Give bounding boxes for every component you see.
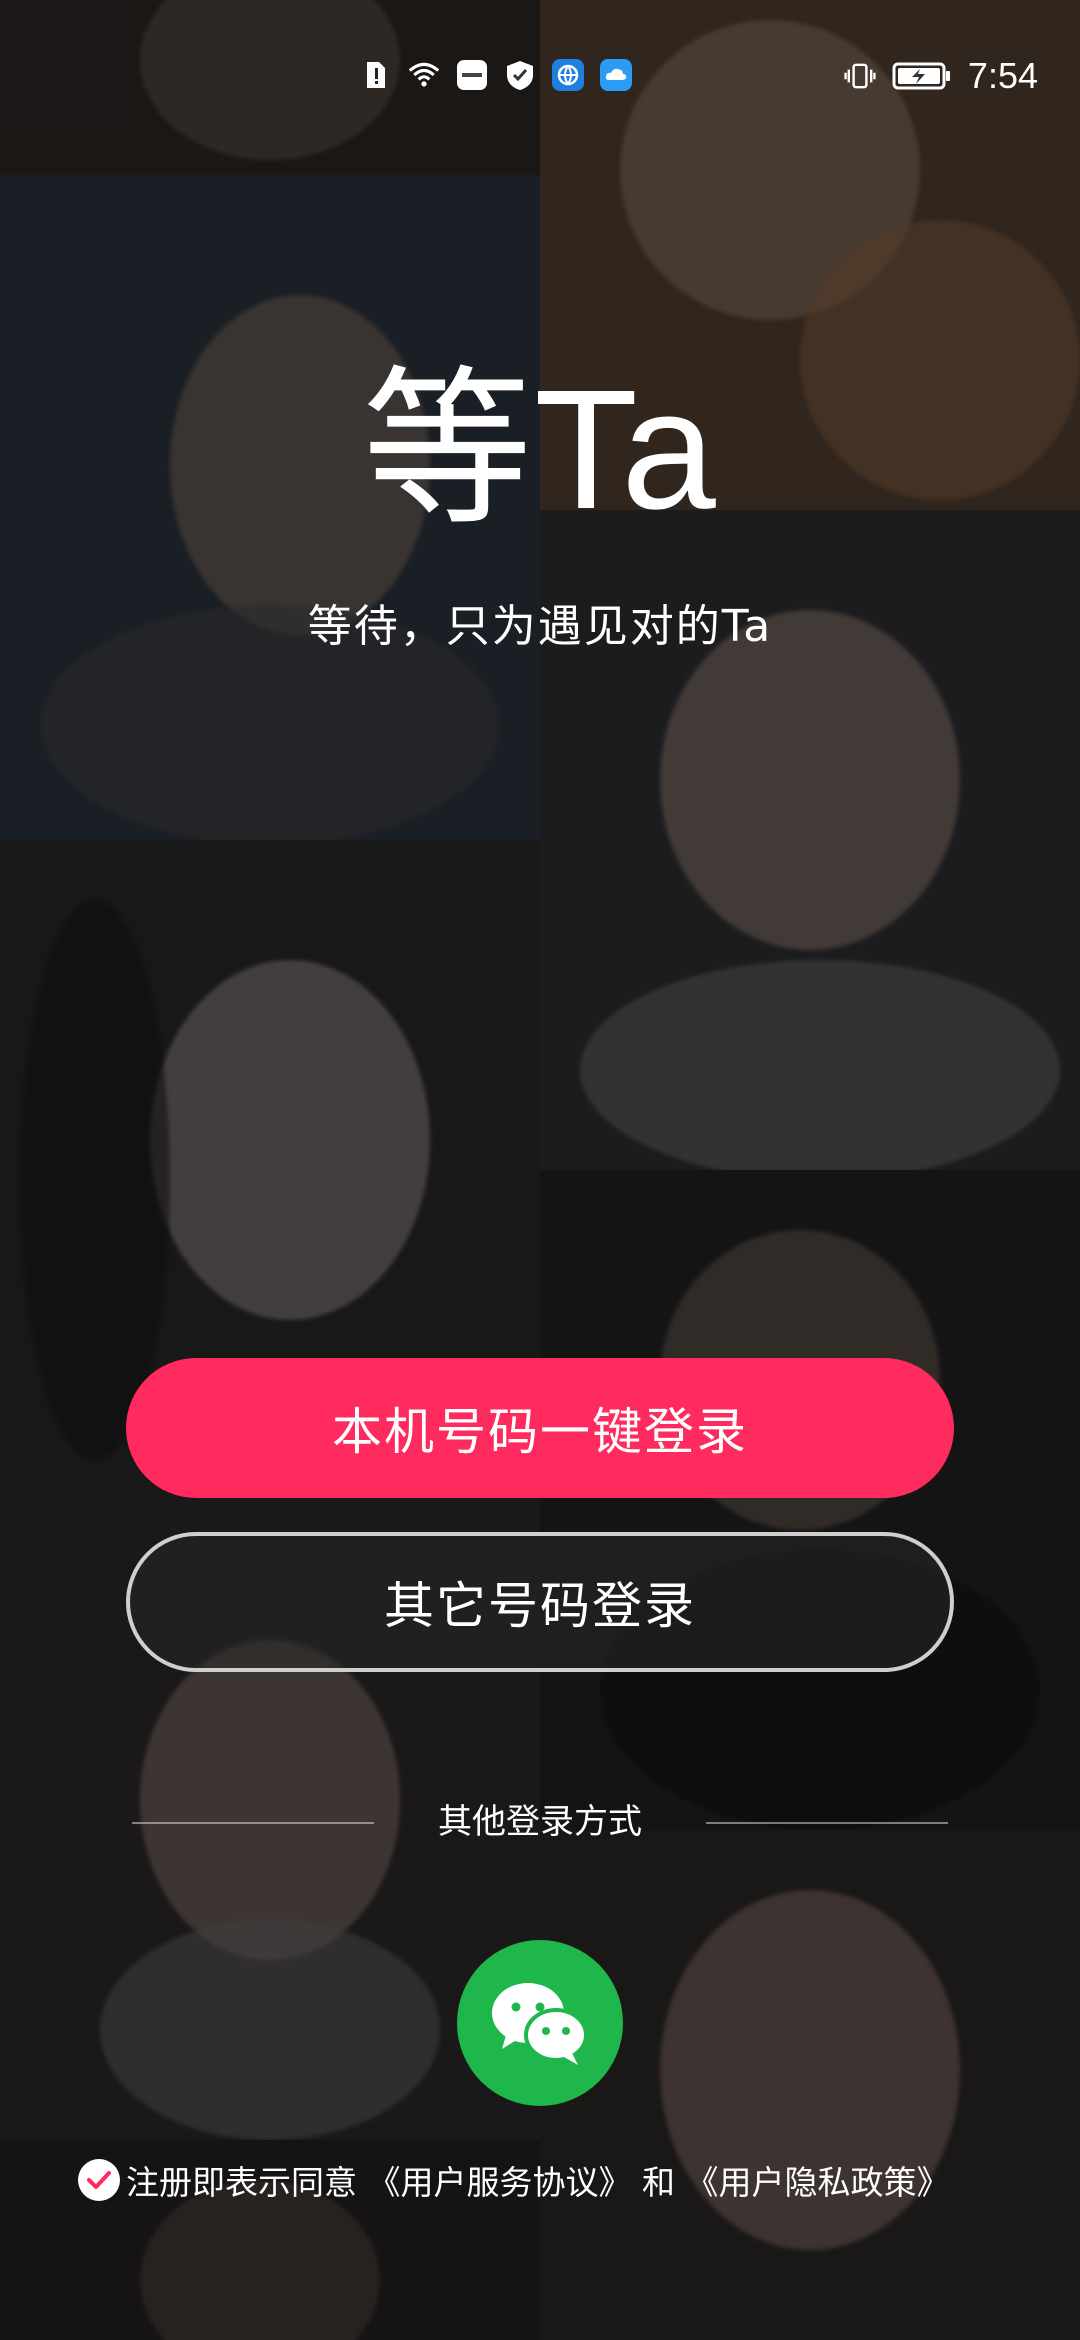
agreement-text: 注册即表示同意 《用户服务协议》 和 《用户隐私政策》 — [126, 2156, 950, 2204]
app-slogan: 等待，只为遇见对的Ta — [307, 601, 773, 652]
login-screen: 7:54 等Ta 等待，只为遇见对的Ta 本机号码一键登录 其它号码登录 其他登… — [0, 0, 1080, 2340]
huawei-app-icon — [456, 59, 488, 91]
other-number-login-button[interactable]: 其它号码登录 — [126, 1532, 954, 1672]
cloud-icon — [600, 59, 632, 91]
clock: 7:54 — [967, 55, 1038, 96]
wechat-login-button[interactable] — [457, 1940, 623, 2106]
user-agreement-link[interactable]: 《用户服务协议》 — [368, 2163, 632, 2202]
shield-icon — [504, 59, 536, 91]
browser-icon — [552, 59, 584, 91]
agreement-and: 和 — [642, 2163, 686, 2202]
one-click-login-button[interactable]: 本机号码一键登录 — [126, 1358, 954, 1498]
battery-charging-icon — [892, 60, 952, 92]
checkmark-icon — [87, 2171, 111, 2189]
vibrate-icon — [844, 60, 876, 92]
agreement-prefix: 注册即表示同意 — [126, 2163, 357, 2202]
divider-line-right — [706, 1822, 948, 1824]
agreement-checkbox[interactable] — [78, 2159, 120, 2201]
privacy-policy-link[interactable]: 《用户隐私政策》 — [686, 2163, 950, 2202]
app-logo: 等Ta — [362, 355, 718, 545]
wechat-icon — [492, 1983, 588, 2065]
other-login-divider: 其他登录方式 — [132, 1800, 948, 1844]
status-icons-left — [360, 59, 632, 91]
agreement-row: 注册即表示同意 《用户服务协议》 和 《用户隐私政策》 — [78, 2156, 1018, 2204]
sim-alert-icon — [360, 59, 392, 91]
status-icons-right: 7:54 — [844, 55, 1038, 97]
status-bar: 7:54 — [0, 55, 1080, 105]
wifi-icon — [408, 59, 440, 91]
